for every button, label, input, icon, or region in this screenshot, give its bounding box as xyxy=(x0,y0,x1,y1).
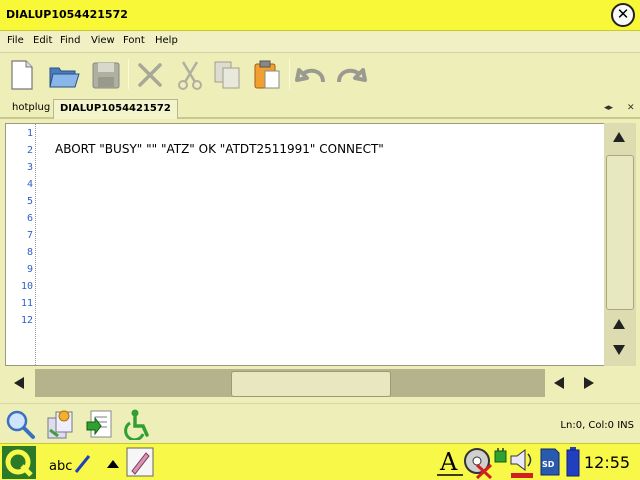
keyboard-layout-icon[interactable]: A xyxy=(436,446,464,478)
horizontal-scroll-track[interactable] xyxy=(35,369,545,397)
battery-icon xyxy=(566,447,580,477)
goto-line-icon[interactable] xyxy=(83,408,115,440)
close-button[interactable]: ✕ xyxy=(611,3,635,27)
find-replace-icon[interactable] xyxy=(44,408,76,440)
tab-bar: hotplug DIALUP1054421572 xyxy=(0,97,640,119)
horizontal-scroll-thumb[interactable] xyxy=(231,371,391,397)
line-number: 1 xyxy=(26,128,33,139)
scissors-icon[interactable] xyxy=(173,58,207,92)
paste-icon[interactable] xyxy=(250,58,284,92)
clock[interactable]: 12:55 xyxy=(584,453,630,472)
sd-card-icon[interactable]: SD xyxy=(539,448,561,476)
undo-icon[interactable] xyxy=(295,58,329,92)
line-number: 12 xyxy=(20,315,33,326)
menu-view[interactable]: View xyxy=(91,35,115,46)
line-number: 6 xyxy=(26,213,33,224)
code-line[interactable]: ABORT "BUSY" "" "ATZ" OK "ATDT2511991" C… xyxy=(55,142,384,156)
toolbar xyxy=(0,53,640,97)
line-number: 2 xyxy=(26,145,33,156)
scroll-up-arrow-icon[interactable] xyxy=(612,131,626,143)
redo-icon[interactable] xyxy=(333,58,367,92)
menu-file[interactable]: File xyxy=(7,35,24,46)
line-number: 8 xyxy=(26,247,33,258)
scroll-up-arrow-icon[interactable] xyxy=(612,318,626,330)
line-number: 7 xyxy=(26,230,33,241)
search-icon[interactable] xyxy=(4,408,36,440)
title-bar: DIALUP1054421572 ✕ xyxy=(0,0,640,31)
line-number-gutter: 1 2 3 4 5 6 7 8 9 10 11 12 xyxy=(6,124,36,365)
scroll-right-arrow-icon[interactable] xyxy=(583,376,595,390)
tab-dialup[interactable]: DIALUP1054421572 xyxy=(53,99,178,119)
new-document-icon[interactable] xyxy=(4,58,38,92)
line-number: 10 xyxy=(20,281,33,292)
save-icon[interactable] xyxy=(89,58,123,92)
text-editor[interactable]: 1 2 3 4 5 6 7 8 9 10 11 12 ABORT "BUSY" … xyxy=(5,123,605,366)
scroll-left-arrow-icon[interactable] xyxy=(13,376,25,390)
svg-text:abc: abc xyxy=(49,459,72,474)
cut-x-icon[interactable] xyxy=(133,58,167,92)
network-plug-icon[interactable] xyxy=(494,448,508,466)
cursor-position-status: Ln:0, Col:0 INS xyxy=(560,420,634,431)
bottom-toolbar: Ln:0, Col:0 INS xyxy=(0,403,640,443)
vertical-scrollbar[interactable] xyxy=(604,123,636,366)
menu-bar: File Edit Find View Font Help xyxy=(0,31,640,53)
svg-text:A: A xyxy=(439,448,458,476)
show-apps-arrow-icon[interactable] xyxy=(106,459,120,469)
start-menu-q-icon[interactable] xyxy=(2,446,36,479)
toolbar-separator xyxy=(289,59,290,89)
media-disconnected-icon[interactable] xyxy=(463,447,493,479)
scroll-left-arrow-icon[interactable] xyxy=(553,376,565,390)
open-folder-icon[interactable] xyxy=(47,58,81,92)
menu-help[interactable]: Help xyxy=(155,35,178,46)
tab-hotplug[interactable]: hotplug xyxy=(6,99,56,119)
taskbar: abc A SD 12:55 xyxy=(0,443,640,480)
scroll-down-arrow-icon[interactable] xyxy=(612,344,626,356)
svg-text:SD: SD xyxy=(542,460,555,469)
line-number: 4 xyxy=(26,179,33,190)
window-title: DIALUP1054421572 xyxy=(6,8,128,21)
copy-icon[interactable] xyxy=(210,58,244,92)
tab-scroll-arrows-icon[interactable]: ◂▸ xyxy=(604,103,613,113)
vertical-scroll-thumb[interactable] xyxy=(606,155,634,310)
toolbar-separator xyxy=(128,59,129,89)
line-number: 11 xyxy=(20,298,33,309)
menu-font[interactable]: Font xyxy=(123,35,145,46)
accessibility-icon[interactable] xyxy=(121,408,153,440)
pen-input-icon[interactable] xyxy=(126,447,154,477)
menu-find[interactable]: Find xyxy=(60,35,81,46)
close-icon: ✕ xyxy=(616,5,630,23)
menu-edit[interactable]: Edit xyxy=(33,35,52,46)
line-number: 5 xyxy=(26,196,33,207)
line-number: 3 xyxy=(26,162,33,173)
tab-close-icon[interactable]: ✕ xyxy=(627,103,635,113)
input-method-abc-icon[interactable]: abc xyxy=(48,452,92,474)
line-number: 9 xyxy=(26,264,33,275)
horizontal-scrollbar[interactable] xyxy=(5,366,605,398)
volume-icon[interactable] xyxy=(508,447,536,479)
